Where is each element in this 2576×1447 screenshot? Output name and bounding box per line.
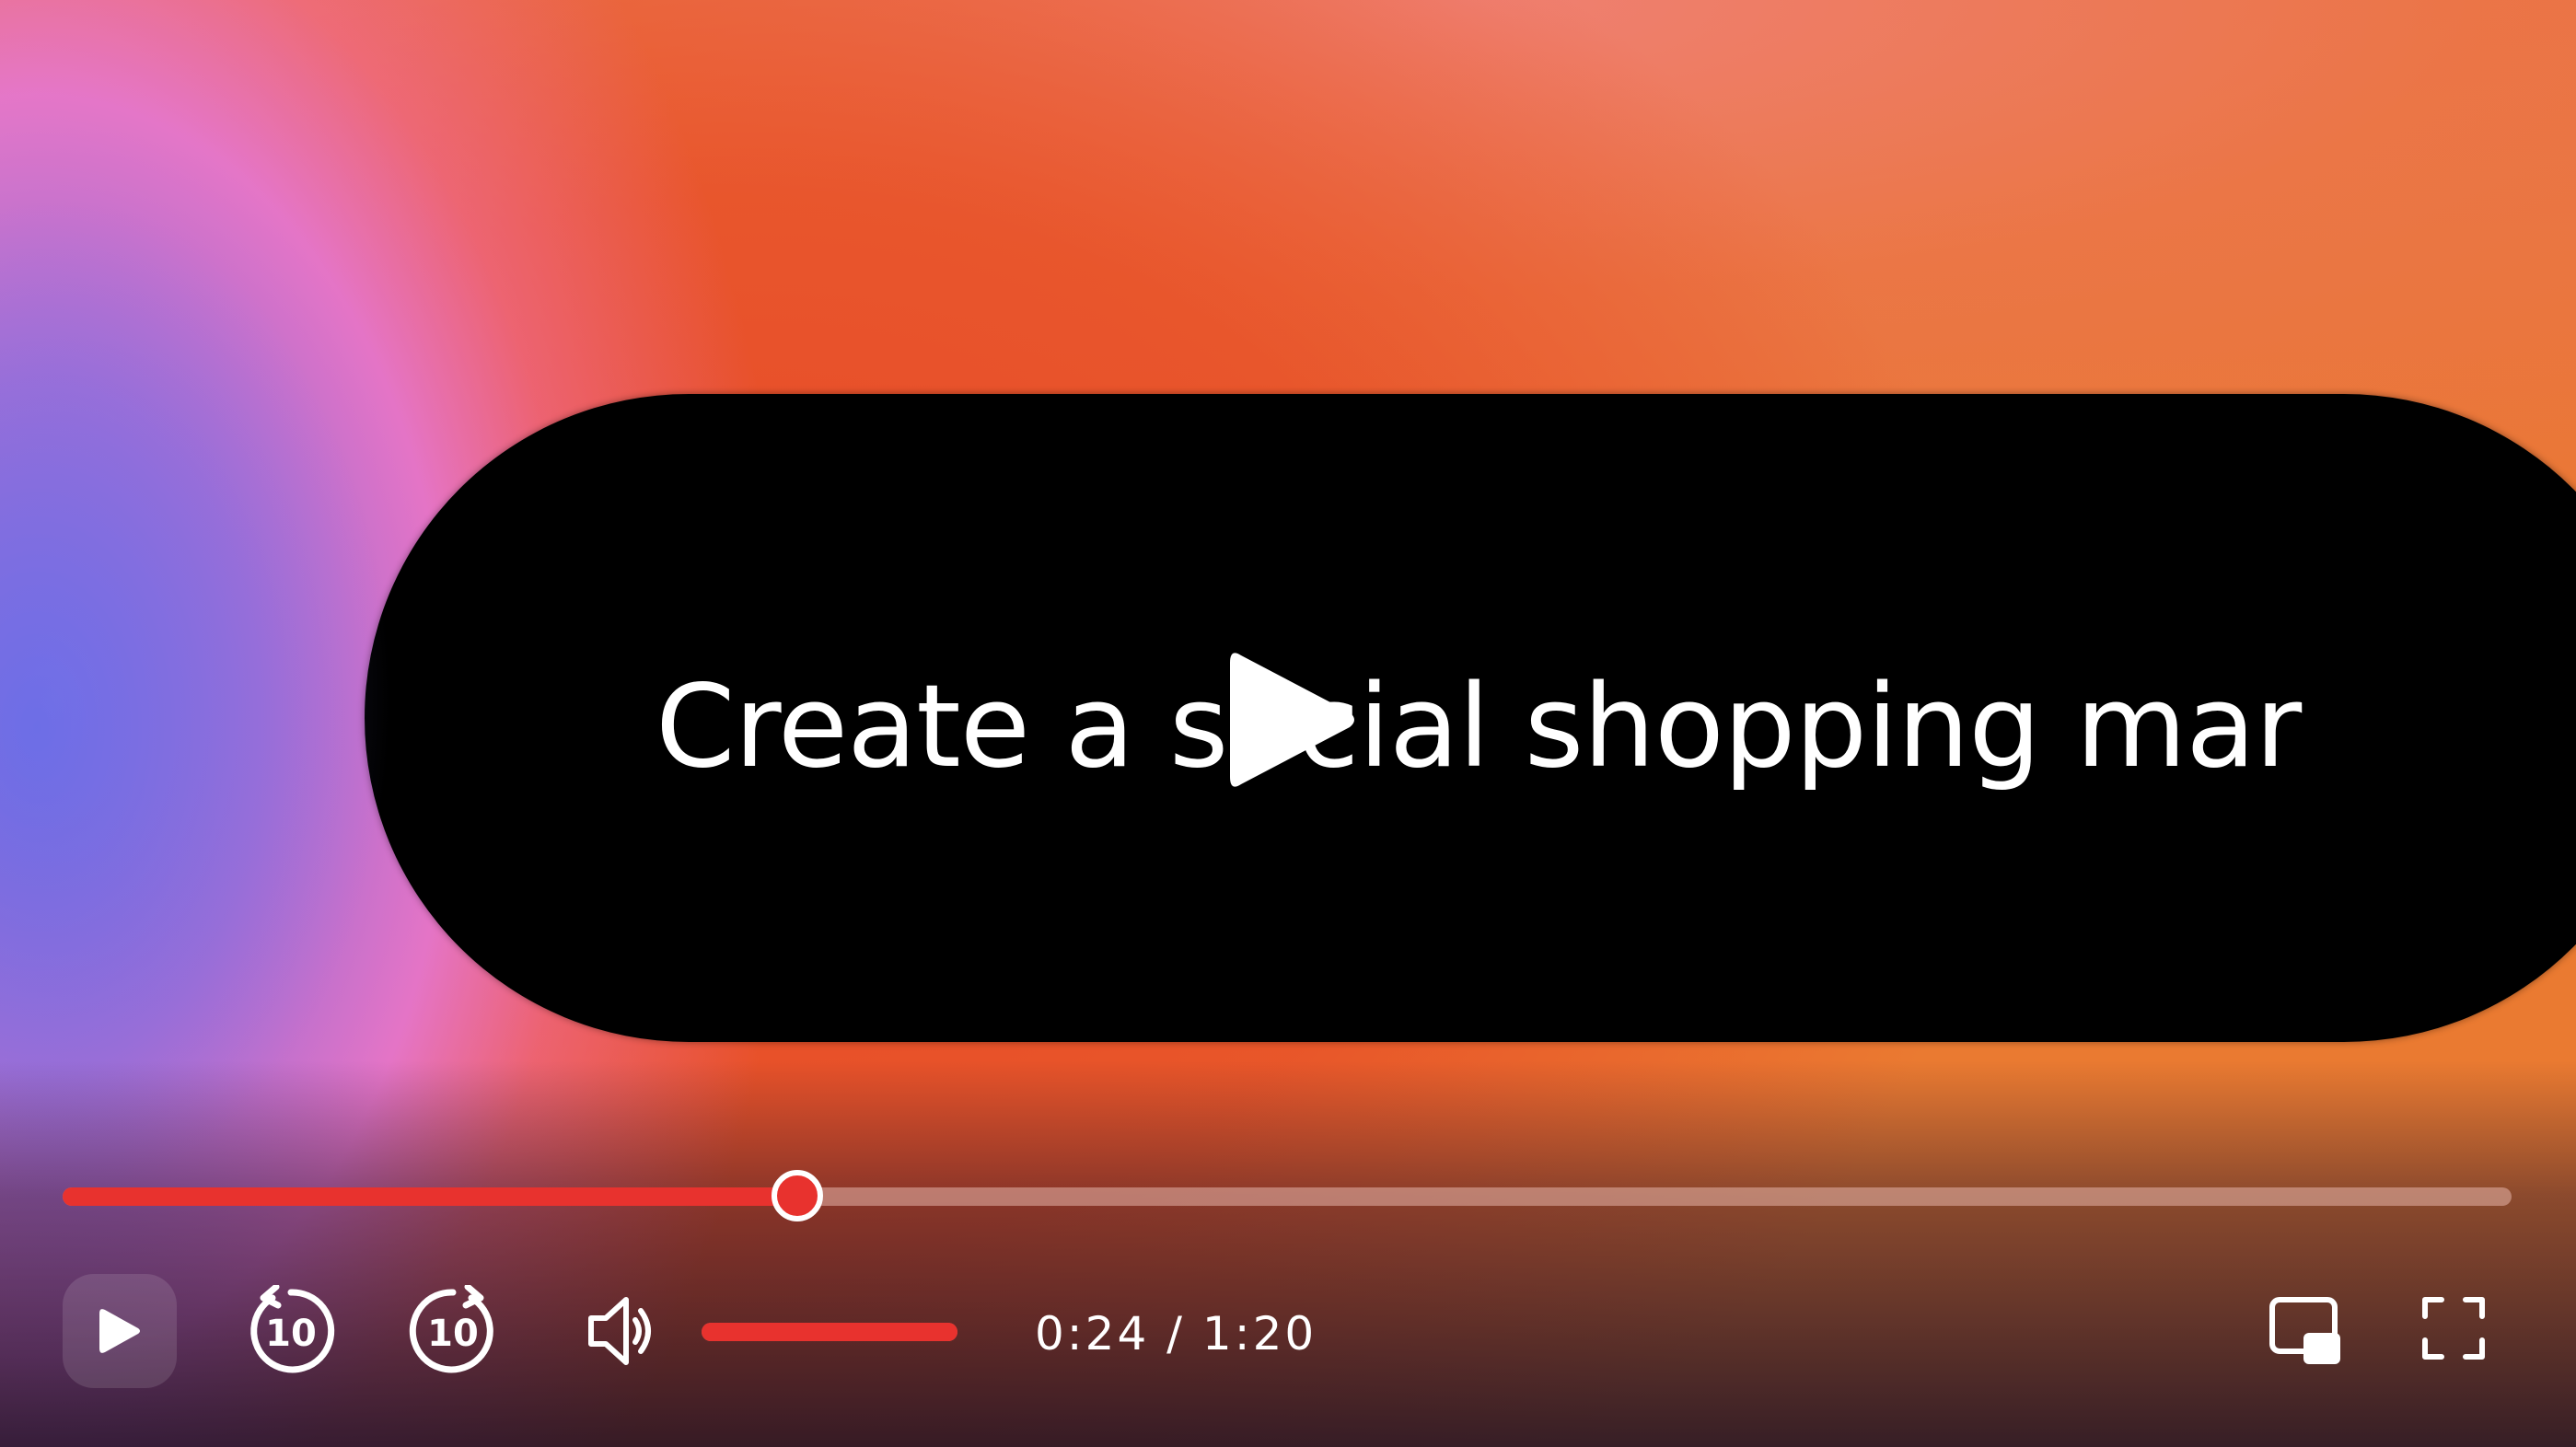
skip-back-number: 10 — [265, 1313, 317, 1355]
video-player[interactable]: Create a social shopping mar 10 10 0:24 … — [0, 0, 2576, 1447]
fullscreen-button[interactable] — [2421, 1296, 2486, 1360]
video-caption: Create a social shopping mar — [656, 661, 2302, 793]
picture-in-picture-button[interactable] — [2269, 1296, 2342, 1366]
fullscreen-icon — [2422, 1297, 2485, 1360]
seek-bar[interactable] — [63, 1170, 2512, 1221]
seek-progress — [63, 1187, 797, 1206]
seek-thumb[interactable] — [772, 1170, 823, 1221]
play-icon — [99, 1309, 140, 1353]
replay-10-icon: 10 — [250, 1285, 335, 1373]
picture-in-picture-icon — [2269, 1297, 2340, 1364]
skip-back-button[interactable]: 10 — [245, 1285, 337, 1377]
skip-forward-button[interactable]: 10 — [407, 1285, 499, 1377]
play-button[interactable] — [63, 1274, 177, 1388]
volume-slider[interactable] — [702, 1323, 957, 1341]
control-bar: 10 10 0:24 / 1:20 — [0, 1270, 2576, 1399]
skip-forward-number: 10 — [427, 1313, 479, 1355]
center-play-icon[interactable] — [1221, 642, 1359, 797]
caption-pill — [365, 394, 2576, 1042]
time-display: 0:24 / 1:20 — [1035, 1307, 1317, 1360]
speaker-icon — [588, 1297, 651, 1365]
mute-button[interactable] — [586, 1292, 656, 1370]
forward-10-icon: 10 — [409, 1285, 493, 1373]
volume-level — [702, 1323, 957, 1341]
